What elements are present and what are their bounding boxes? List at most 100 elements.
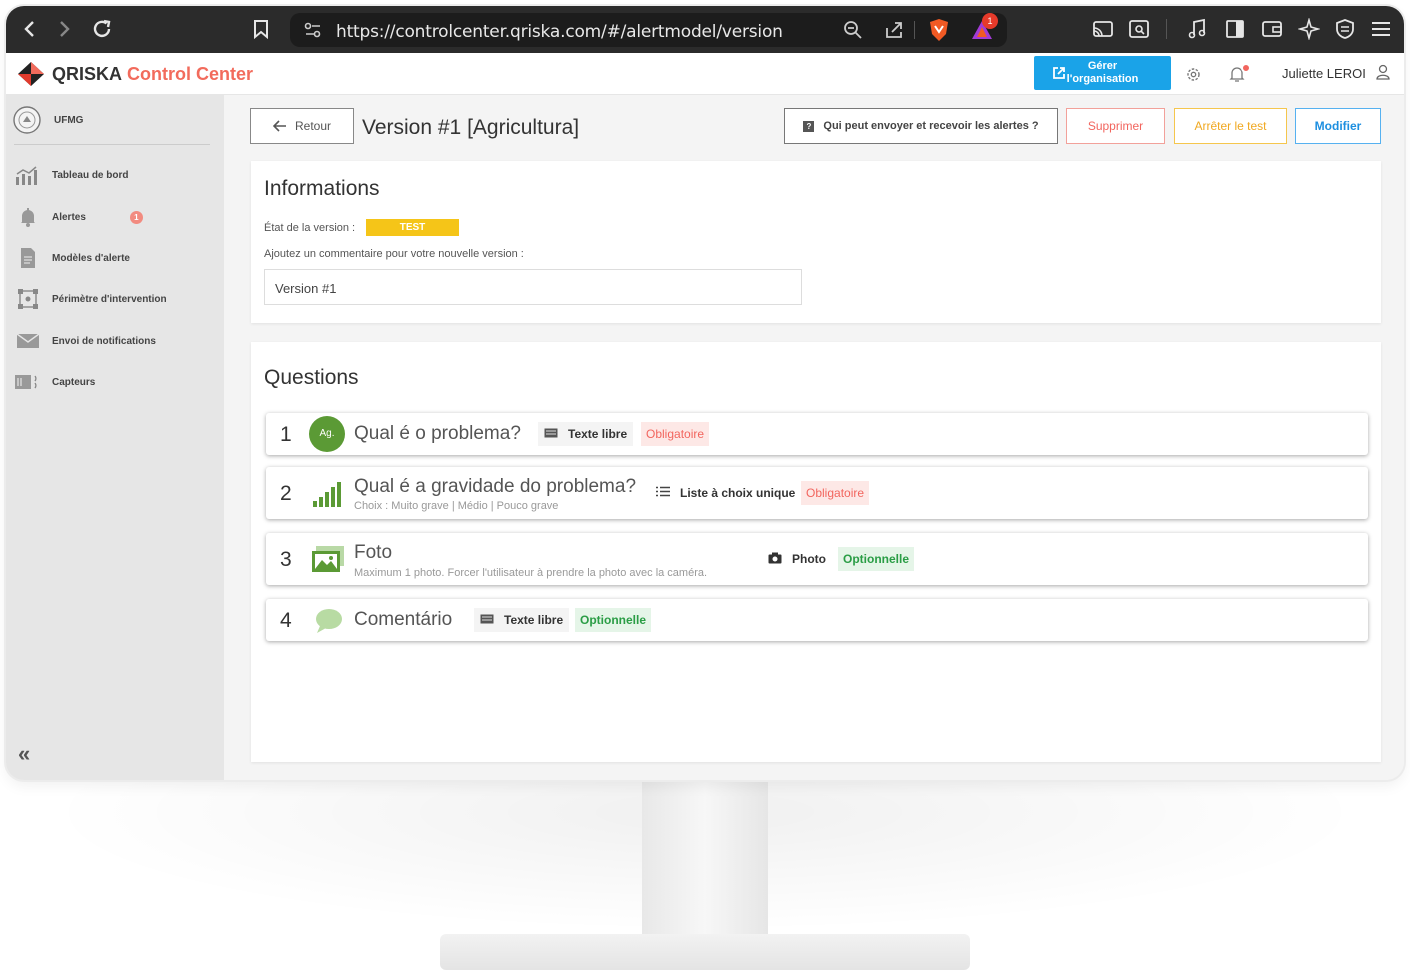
cast-icon[interactable] — [1090, 15, 1116, 43]
user-icon[interactable] — [1376, 64, 1390, 85]
qriska-logo-icon — [18, 62, 44, 86]
envelope-icon — [14, 330, 42, 352]
sidebar-divider — [14, 144, 210, 145]
who-can-send-receive-button[interactable]: ? Qui peut envoyer et recevoir les alert… — [784, 108, 1058, 144]
org-seal-icon — [13, 106, 41, 134]
user-name[interactable]: Juliette LEROI — [1282, 66, 1366, 81]
browser-toolbar: https://controlcenter.qriska.com/#/alert… — [6, 6, 1404, 53]
required-badge: Obligatoire — [801, 481, 870, 505]
sidebar-item-label: Envoi de notifications — [52, 335, 156, 347]
back-button[interactable]: Retour — [250, 108, 354, 144]
question-number: 2 — [280, 482, 292, 505]
question-number: 4 — [280, 609, 292, 632]
version-state-badge: TEST — [366, 219, 459, 236]
question-number: 3 — [280, 548, 292, 571]
sidebar-item-perimeter[interactable]: Périmètre d'intervention — [14, 286, 214, 312]
question-title: Qual é o problema? — [354, 423, 521, 444]
brand-logo[interactable]: QRISKA Control Center — [16, 61, 253, 87]
monitor-screen: https://controlcenter.qriska.com/#/alert… — [6, 6, 1404, 780]
monitor-stand-neck — [642, 781, 768, 941]
settings-gear-icon[interactable] — [1185, 66, 1202, 88]
bell-icon — [14, 206, 42, 228]
question-title: Comentário — [354, 609, 453, 630]
sidebar-item-alert-models[interactable]: Modèles d'alerte — [14, 245, 214, 271]
address-bar[interactable]: https://controlcenter.qriska.com/#/alert… — [290, 13, 1007, 47]
brave-shield-icon[interactable] — [928, 18, 950, 47]
reader-mode-icon[interactable] — [1126, 15, 1152, 43]
question-number: 1 — [280, 423, 292, 446]
notifications-bell-icon[interactable] — [1228, 63, 1251, 88]
camera-icon — [768, 552, 782, 567]
who-can-send-receive-label: Qui peut envoyer et recevoir les alertes… — [823, 120, 1039, 132]
question-type-label: Texte libre — [568, 427, 628, 441]
back-arrow-icon[interactable] — [18, 15, 40, 43]
version-comment-value: Version #1 — [275, 281, 337, 296]
menu-icon[interactable] — [1368, 15, 1394, 43]
reload-icon[interactable] — [90, 15, 114, 43]
rewards-icon[interactable]: 1 — [970, 13, 998, 47]
sidebar-item-label: Capteurs — [52, 376, 96, 388]
version-state-label: État de la version : — [264, 222, 356, 234]
questions-card: Questions 1 Ag. Qual é o problema? Texte… — [251, 342, 1381, 762]
external-link-icon — [1053, 67, 1065, 79]
optional-badge: Optionnelle — [838, 547, 914, 571]
question-type-label: Liste à choix unique — [680, 486, 796, 500]
sidebar-item-sensors[interactable]: Capteurs — [14, 369, 214, 395]
leo-ai-icon[interactable] — [1296, 15, 1322, 43]
keyboard-icon — [480, 613, 494, 627]
sidebar-item-alerts[interactable]: Alertes 1 — [14, 204, 214, 230]
question-row[interactable]: 2 Qual é a gravidade do problema? Choix … — [266, 467, 1368, 519]
question-row[interactable]: 1 Ag. Qual é o problema? Texte libre Obl… — [266, 413, 1368, 455]
optional-badge: Optionnelle — [575, 608, 651, 632]
perimeter-icon — [14, 288, 42, 310]
manage-organization-button[interactable]: Gérer l'organisation — [1034, 56, 1171, 90]
notification-dot — [1241, 63, 1251, 73]
comment-label: Ajoutez un commentaire pour votre nouvel… — [264, 248, 524, 260]
url-text: https://controlcenter.qriska.com/#/alert… — [336, 22, 783, 42]
question-row[interactable]: 4 Comentário Texte libre Optionnelle — [266, 599, 1368, 641]
version-comment-input[interactable]: Version #1 — [264, 269, 802, 305]
music-icon[interactable] — [1184, 15, 1210, 43]
questions-title: Questions — [264, 366, 359, 389]
page-title: Version #1 [Agricultura] — [362, 116, 580, 139]
zoom-icon[interactable] — [843, 20, 863, 45]
brand-name: QRISKA — [52, 63, 123, 84]
toolbar-divider — [1166, 19, 1167, 39]
photo-gallery-icon — [310, 545, 346, 578]
vpn-shield-icon[interactable] — [1332, 15, 1358, 43]
question-type-tag: Liste à choix unique — [650, 481, 802, 505]
site-settings-icon[interactable] — [304, 22, 322, 43]
sidebar-item-label: Alertes — [52, 211, 86, 223]
collapse-sidebar-button[interactable]: « — [18, 743, 30, 765]
edit-button[interactable]: Modifier — [1295, 108, 1381, 144]
question-subtitle: Maximum 1 photo. Forcer l'utilisateur à … — [354, 567, 708, 579]
question-mark-icon: ? — [803, 120, 815, 132]
share-icon[interactable] — [884, 20, 904, 45]
bookmark-icon[interactable] — [250, 15, 272, 43]
question-type-label: Photo — [792, 552, 826, 566]
delete-button[interactable]: Supprimer — [1066, 108, 1165, 144]
required-badge: Obligatoire — [641, 422, 710, 446]
sidebar-item-label: Périmètre d'intervention — [52, 293, 167, 305]
stop-test-button[interactable]: Arrêter le test — [1174, 108, 1287, 144]
sidebar-item-label: Tableau de bord — [52, 169, 129, 181]
signal-bars-icon — [312, 481, 344, 512]
main-content: Retour Version #1 [Agricultura] ? Qui pe… — [224, 95, 1404, 780]
sidebar-item-notifications[interactable]: Envoi de notifications — [14, 328, 214, 354]
question-type-tag: Texte libre — [474, 608, 570, 632]
informations-card: Informations État de la version : TEST A… — [251, 161, 1381, 323]
brand-suffix: Control Center — [127, 63, 254, 84]
sidebar-toggle-icon[interactable] — [1222, 15, 1248, 43]
sidebar-org[interactable]: UFMG — [12, 105, 83, 135]
sidebar-item-dashboard[interactable]: Tableau de bord — [14, 162, 214, 188]
address-divider — [914, 21, 915, 39]
monitor-stand-base — [440, 934, 970, 970]
sidebar: UFMG Tableau de bord Alertes 1 Modèles d… — [6, 95, 224, 780]
rewards-badge: 1 — [982, 13, 998, 29]
arrow-left-icon — [272, 120, 286, 132]
question-subtitle: Choix : Muito grave | Médio | Pouco grav… — [354, 500, 559, 512]
org-name: UFMG — [54, 114, 84, 126]
question-row[interactable]: 3 Foto Maximum 1 photo. Forcer l'utilisa… — [266, 533, 1368, 585]
forward-arrow-icon[interactable] — [54, 15, 76, 43]
wallet-icon[interactable] — [1259, 15, 1285, 43]
